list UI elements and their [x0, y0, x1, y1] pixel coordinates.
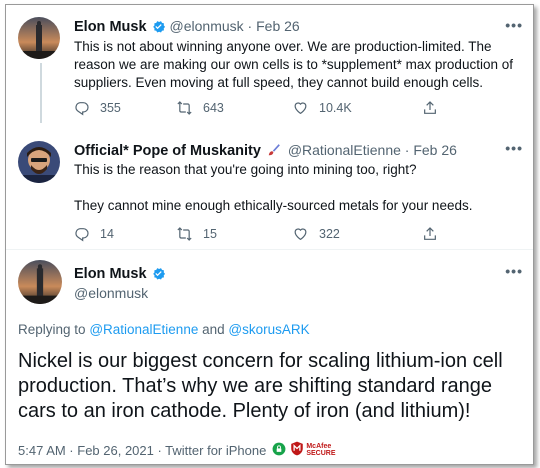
brush-emoji-icon [267, 143, 281, 162]
badge-secure: SECURE [306, 450, 336, 457]
tweet-actions: 14 15 322 [74, 226, 448, 242]
handle[interactable]: @elonmusk [74, 285, 148, 301]
separator: · [400, 142, 414, 158]
tweet-1[interactable]: Elon Musk @elonmusk · Feb 26 ••• This is … [6, 5, 533, 128]
mention-link[interactable]: @RationalEtienne [89, 322, 198, 337]
more-options-button[interactable]: ••• [505, 17, 523, 33]
tweet-2[interactable]: Official* Pope of Muskanity @RationalEti… [6, 128, 533, 250]
main-tweet: Elon Musk @elonmusk ••• Replying to @Rat… [6, 250, 533, 464]
like-icon [294, 102, 307, 115]
retweet-count: 15 [203, 227, 217, 241]
reply-count: 14 [100, 227, 114, 241]
tweet-actions: 355 643 10.4K [74, 100, 448, 116]
avatar-elon[interactable] [18, 260, 62, 304]
tweet-text-line2: They cannot mine enough ethically-source… [74, 198, 473, 213]
like-icon [294, 228, 307, 241]
avatar-pope[interactable] [18, 141, 60, 183]
display-name[interactable]: Official* Pope of Muskanity [74, 143, 261, 159]
badge-brand: McAfee [306, 443, 332, 450]
more-options-button[interactable]: ••• [505, 140, 523, 156]
avatar-elon[interactable] [18, 17, 60, 59]
tweet-date[interactable]: Feb 26 [256, 18, 300, 34]
mcafee-badge: McAfee SECURE [306, 443, 335, 457]
like-count: 322 [319, 227, 340, 241]
thread-connector [40, 63, 42, 123]
share-icon [424, 227, 436, 240]
like-count: 10.4K [319, 101, 352, 115]
display-name[interactable]: Elon Musk [74, 19, 147, 35]
lock-icon [272, 442, 286, 459]
retweet-button[interactable]: 15 [176, 226, 292, 242]
replying-to: Replying to @RationalEtienne and @skorus… [18, 322, 310, 337]
tweet-text: This is not about winning anyone over. W… [74, 39, 513, 90]
like-button[interactable]: 10.4K [292, 100, 422, 116]
timestamp[interactable]: 5:47 AM · Feb 26, 2021 · Twitter for iPh… [18, 443, 266, 458]
main-tweet-name-row: Elon Musk [74, 265, 170, 286]
like-button[interactable]: 322 [292, 226, 422, 242]
timestamp-row: 5:47 AM · Feb 26, 2021 · Twitter for iPh… [18, 441, 336, 459]
share-button[interactable] [422, 100, 448, 116]
main-tweet-text: Nickel is our biggest concern for scalin… [18, 350, 503, 422]
mention-link[interactable]: @skorusARK [228, 322, 309, 337]
tweet-2-header: Official* Pope of Muskanity @RationalEti… [74, 142, 457, 162]
display-name[interactable]: Elon Musk [74, 266, 147, 282]
tweet-date[interactable]: Feb 26 [413, 142, 457, 158]
retweet-button[interactable]: 643 [176, 100, 292, 116]
tweet-text-line1: This is the reason that you're going int… [74, 162, 417, 177]
mcafee-shield-icon [290, 441, 304, 459]
separator: · [243, 18, 257, 34]
reply-button[interactable]: 14 [74, 226, 176, 242]
handle[interactable]: @elonmusk [170, 18, 244, 34]
and-word: and [202, 322, 225, 337]
share-icon [424, 101, 436, 114]
tweet-1-header: Elon Musk @elonmusk · Feb 26 [74, 18, 300, 39]
share-button[interactable] [422, 226, 448, 242]
reply-icon [75, 102, 89, 116]
verified-badge-icon [151, 19, 166, 39]
replying-prefix: Replying to [18, 322, 86, 337]
verified-badge-icon [151, 266, 166, 286]
retweet-icon [177, 227, 192, 241]
reply-icon [75, 228, 89, 242]
reply-count: 355 [100, 101, 121, 115]
screenshot-frame: Elon Musk @elonmusk · Feb 26 ••• This is … [5, 4, 534, 465]
retweet-icon [177, 101, 192, 115]
handle[interactable]: @RationalEtienne [288, 142, 401, 158]
retweet-count: 643 [203, 101, 224, 115]
more-options-button[interactable]: ••• [505, 263, 523, 279]
reply-button[interactable]: 355 [74, 100, 176, 116]
